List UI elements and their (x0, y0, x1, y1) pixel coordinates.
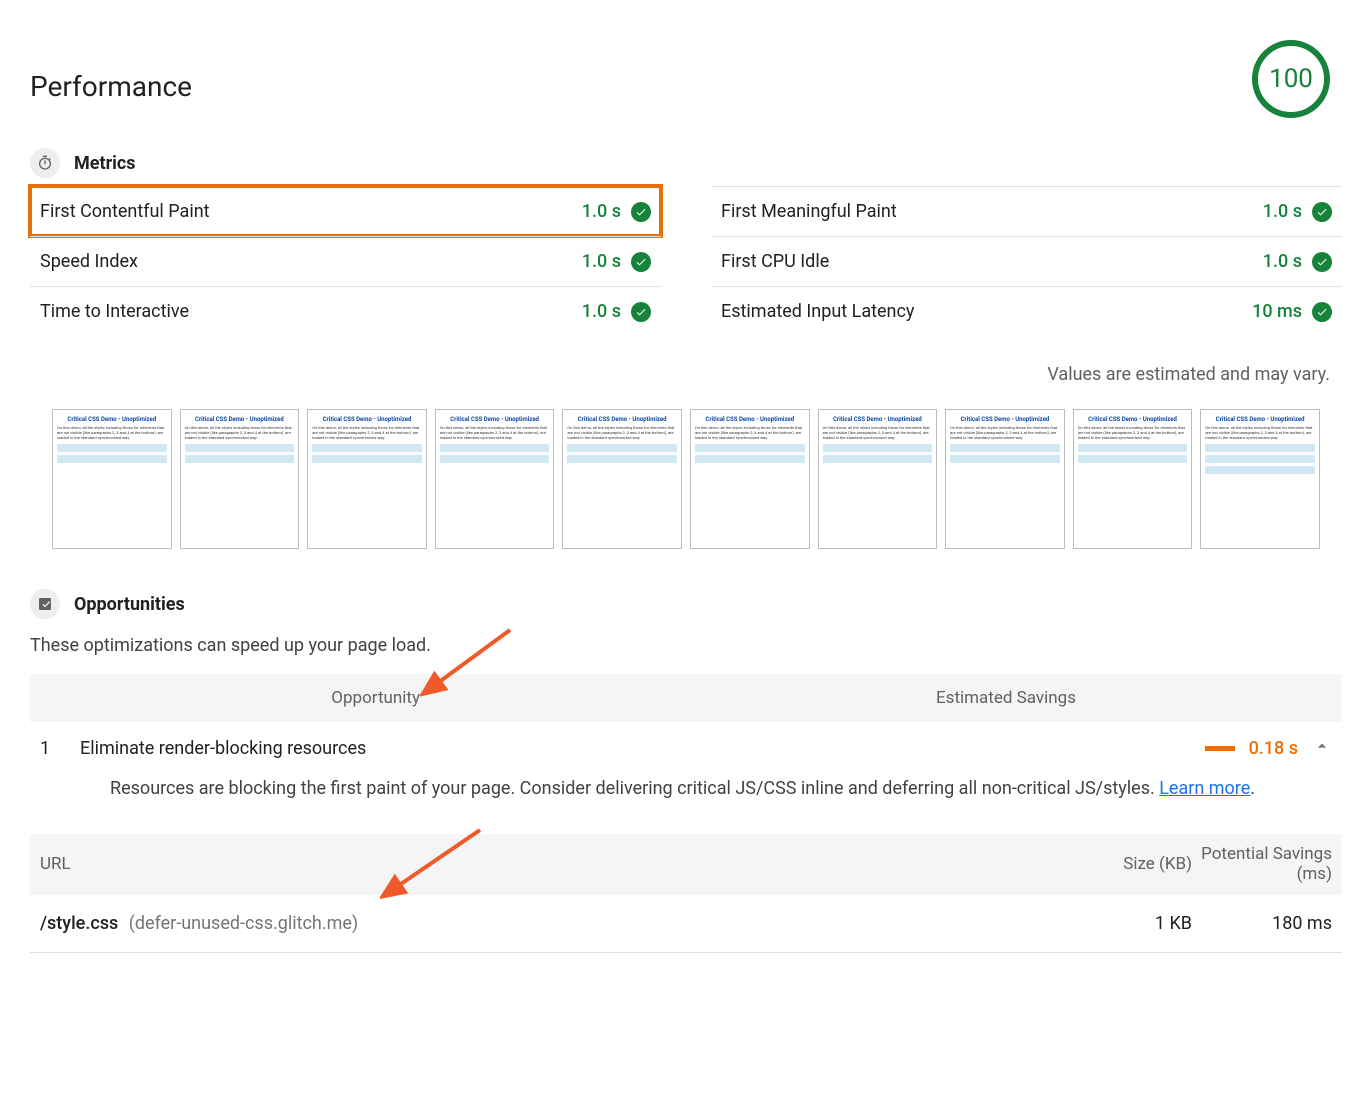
metric-label: Time to Interactive (40, 301, 189, 322)
url-table-header: URL Size (KB) Potential Savings (ms) (30, 834, 1342, 895)
url-path: /style.css (40, 913, 118, 934)
url-host: (defer-unused-css.glitch.me) (129, 913, 358, 934)
metric-label: Speed Index (40, 251, 138, 272)
opportunity-detail-text: Resources are blocking the first paint o… (110, 778, 1159, 799)
opportunities-icon (30, 589, 60, 619)
metric-row[interactable]: Estimated Input Latency 10 ms (711, 286, 1342, 336)
check-icon (1312, 202, 1332, 222)
metrics-grid: First Contentful Paint 1.0 s First Meani… (30, 186, 1342, 336)
metric-label: First Contentful Paint (40, 201, 210, 222)
metric-row[interactable]: First CPU Idle 1.0 s (711, 236, 1342, 286)
savings-col-label: Estimated Savings (420, 688, 1332, 708)
opportunities-table-header: Opportunity Estimated Savings (30, 674, 1342, 722)
learn-more-link[interactable]: Learn more (1159, 778, 1250, 799)
filmstrip-frame: Critical CSS Demo - Unoptimized On this … (52, 409, 172, 549)
metric-label: First Meaningful Paint (721, 201, 897, 222)
metrics-footnote: Values are estimated and may vary. (30, 364, 1342, 385)
performance-score-gauge: 100 (1252, 40, 1330, 118)
metric-label: First CPU Idle (721, 251, 829, 272)
metrics-section-header: Metrics (30, 148, 1342, 178)
check-icon (1312, 252, 1332, 272)
filmstrip-frame: Critical CSS Demo - Unoptimized On this … (690, 409, 810, 549)
check-icon (1312, 302, 1332, 322)
opportunity-detail: Resources are blocking the first paint o… (30, 775, 1342, 804)
opportunity-name: Eliminate render-blocking resources (80, 738, 1205, 759)
check-icon (631, 252, 651, 272)
filmstrip-frame: Critical CSS Demo - Unoptimized On this … (1073, 409, 1193, 549)
metric-value: 1.0 s (582, 301, 621, 322)
filmstrip-frame: Critical CSS Demo - Unoptimized On this … (1200, 409, 1320, 549)
filmstrip-frame: Critical CSS Demo - Unoptimized On this … (435, 409, 555, 549)
filmstrip-frame: Critical CSS Demo - Unoptimized On this … (562, 409, 682, 549)
metric-value: 1.0 s (1263, 251, 1302, 272)
filmstrip-frame: Critical CSS Demo - Unoptimized On this … (307, 409, 427, 549)
metric-row[interactable]: First Contentful Paint 1.0 s (30, 186, 661, 236)
savings-col-label: Potential Savings (ms) (1192, 844, 1332, 885)
filmstrip: Critical CSS Demo - Unoptimized On this … (30, 409, 1342, 549)
url-col-label: URL (40, 854, 1072, 874)
size-col-label: Size (KB) (1072, 854, 1192, 874)
savings-bar (1205, 746, 1235, 751)
metric-row[interactable]: Time to Interactive 1.0 s (30, 286, 661, 336)
opportunities-description: These optimizations can speed up your pa… (30, 635, 1342, 656)
score-value: 100 (1269, 64, 1313, 94)
metric-value: 1.0 s (582, 201, 621, 222)
metric-value: 10 ms (1252, 301, 1302, 322)
size-cell: 1 KB (1072, 913, 1192, 934)
metric-value: 1.0 s (582, 251, 621, 272)
filmstrip-frame: Critical CSS Demo - Unoptimized On this … (180, 409, 300, 549)
opportunity-savings: 0.18 s (1249, 738, 1298, 759)
metric-row[interactable]: First Meaningful Paint 1.0 s (711, 186, 1342, 236)
url-row: /style.css (defer-unused-css.glitch.me) … (30, 895, 1342, 954)
metric-value: 1.0 s (1263, 201, 1302, 222)
page-title: Performance (30, 70, 192, 103)
metrics-title: Metrics (74, 153, 136, 174)
chevron-up-icon[interactable] (1312, 736, 1332, 761)
opportunities-section-header: Opportunities (30, 589, 1342, 619)
check-icon (631, 202, 651, 222)
filmstrip-frame: Critical CSS Demo - Unoptimized On this … (818, 409, 938, 549)
metric-label: Estimated Input Latency (721, 301, 914, 322)
check-icon (631, 302, 651, 322)
timer-icon (30, 148, 60, 178)
opportunities-title: Opportunities (74, 594, 185, 615)
opportunity-row[interactable]: 1 Eliminate render-blocking resources 0.… (30, 722, 1342, 775)
metric-row[interactable]: Speed Index 1.0 s (30, 236, 661, 286)
opportunity-number: 1 (40, 738, 80, 759)
filmstrip-frame: Critical CSS Demo - Unoptimized On this … (945, 409, 1065, 549)
opportunity-col-label: Opportunity (40, 688, 420, 708)
savings-cell: 180 ms (1192, 913, 1332, 935)
url-cell: /style.css (defer-unused-css.glitch.me) (40, 913, 1072, 934)
